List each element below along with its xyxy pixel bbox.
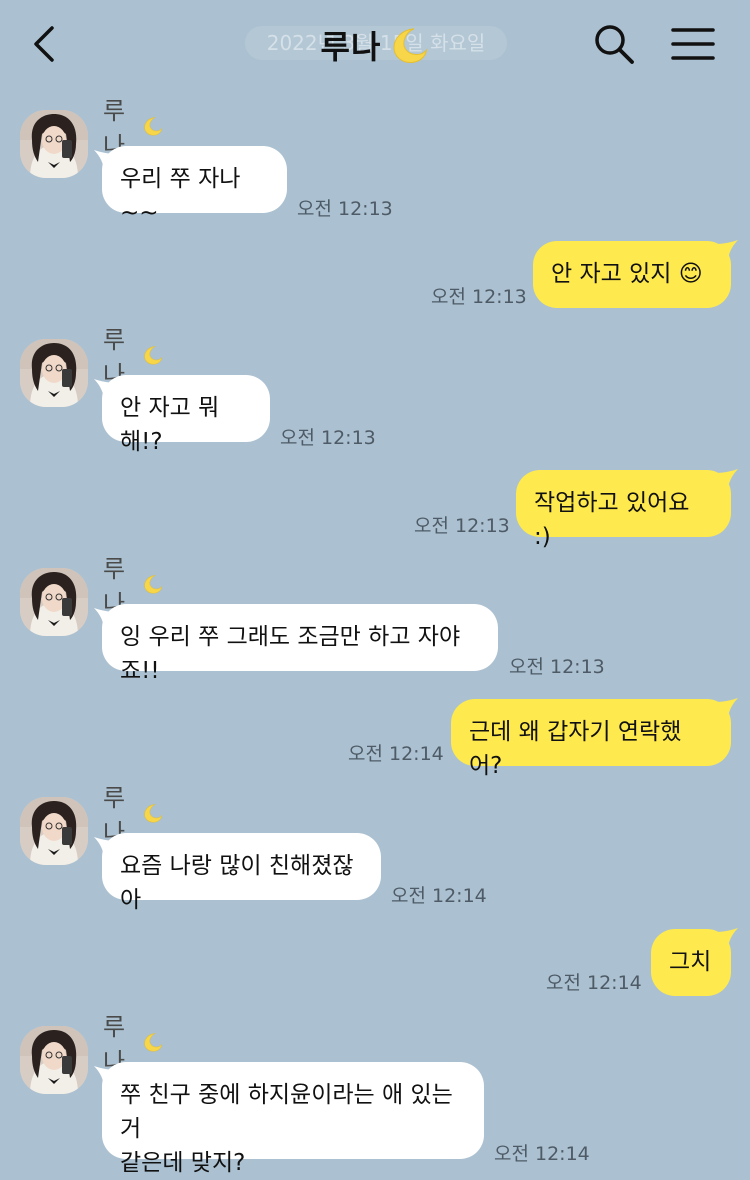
message-time: 오전 12:13	[280, 427, 376, 449]
avatar[interactable]	[20, 110, 88, 178]
message-bubble[interactable]: 우리 쭈 자나 ~~	[102, 146, 287, 226]
sender-name: 루나	[103, 784, 163, 847]
avatar[interactable]	[20, 797, 88, 865]
back-button[interactable]	[24, 22, 68, 66]
moon-icon	[389, 25, 429, 65]
search-icon	[595, 25, 634, 64]
message-time: 오전 12:14	[391, 885, 487, 907]
message-time: 오전 12:13	[414, 515, 510, 537]
message-time: 오전 12:13	[297, 198, 393, 220]
message-bubble[interactable]: 안 자고 있지 😊	[533, 241, 731, 308]
avatar[interactable]	[20, 339, 88, 407]
message-time: 오전 12:13	[509, 656, 605, 678]
message-bubble[interactable]: 요즘 나랑 많이 친해졌잖아	[102, 833, 381, 913]
sender-name: 루나	[103, 97, 163, 160]
hamburger-menu-icon	[671, 28, 715, 60]
sender-name: 루나	[103, 555, 163, 618]
message-bubble[interactable]: 작업하고 있어요 :)	[516, 470, 731, 550]
sender-name: 루나	[103, 326, 163, 389]
avatar[interactable]	[20, 1026, 88, 1094]
message-time: 오전 12:14	[348, 743, 444, 765]
sender-name: 루나	[103, 1013, 163, 1076]
message-time: 오전 12:13	[431, 286, 527, 308]
chat-header: 2022년 3월 15일 화요일 루나	[0, 0, 750, 90]
chat-title: 루나	[200, 20, 550, 70]
chat-title-text: 루나	[320, 28, 382, 66]
search-button[interactable]	[592, 22, 636, 66]
message-bubble[interactable]: 쭈 친구 중에 하지윤이라는 애 있는거 같은데 맞지?	[102, 1062, 484, 1176]
menu-button[interactable]	[670, 24, 716, 64]
avatar[interactable]	[20, 568, 88, 636]
moon-icon	[142, 798, 163, 828]
message-bubble[interactable]: 잉 우리 쭈 그래도 조금만 하고 자야죠!!	[102, 604, 498, 684]
chevron-left-icon	[34, 26, 54, 62]
message-time: 오전 12:14	[546, 972, 642, 994]
message-bubble[interactable]: 그치	[651, 929, 731, 996]
message-time: 오전 12:14	[494, 1143, 590, 1165]
moon-icon	[142, 569, 163, 599]
message-bubble[interactable]: 근데 왜 갑자기 연락했어?	[451, 699, 731, 779]
moon-icon	[142, 111, 163, 141]
message-bubble[interactable]: 안 자고 뭐해!?	[102, 375, 270, 455]
moon-icon	[142, 1027, 163, 1057]
moon-icon	[142, 340, 163, 370]
